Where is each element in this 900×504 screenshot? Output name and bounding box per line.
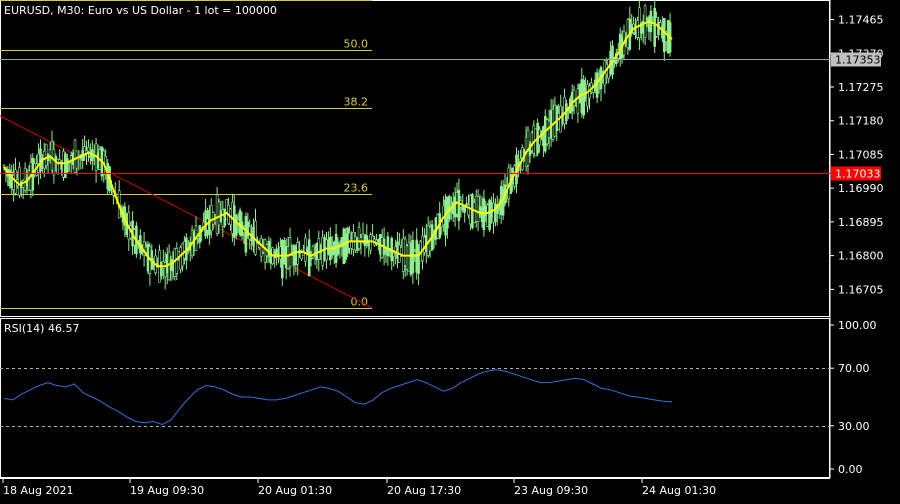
candle-body [392, 252, 396, 257]
main-panel-frame [0, 0, 830, 317]
candle-body [223, 208, 226, 227]
rsi-panel-frame [0, 318, 830, 478]
candle-body [213, 220, 217, 223]
rsi-axis-labels: 100.00 70.00 30.00 0.00 [830, 319, 877, 476]
candle-body [309, 257, 313, 260]
candle-body [463, 206, 467, 213]
candle-body [572, 89, 576, 106]
price-tick-label: 1.16705 [838, 283, 884, 296]
time-tick-label: 24 Aug 01:30 [642, 484, 716, 497]
candle-body [52, 149, 56, 176]
fib-level-label: 0.0 [351, 296, 369, 309]
candle-body [235, 215, 238, 236]
candle-body [643, 5, 647, 38]
trendline[interactable] [0, 115, 373, 309]
rsi-tick-label: 0.00 [838, 463, 863, 476]
time-tick-label: 23 Aug 09:30 [514, 484, 588, 497]
chart-canvas[interactable]: 61.850.038.223.60.0 1.174651.173701.1727… [0, 0, 900, 500]
trading-chart[interactable]: 61.850.038.223.60.0 1.174651.173701.1727… [0, 0, 900, 500]
time-axis-labels: 18 Aug 2021 19 Aug 09:30 20 Aug 01:30 20 Au… [2, 478, 716, 497]
candle-body [87, 146, 90, 152]
time-tick-label: 20 Aug 17:30 [387, 484, 461, 497]
fib-level-label: 61.8 [344, 0, 369, 1]
price-tick-label: 1.16895 [838, 216, 884, 229]
alert-price-value: 1.17033 [835, 168, 881, 181]
price-tick-label: 1.17465 [838, 14, 884, 27]
price-tick-label: 1.17180 [838, 115, 884, 128]
time-tick-label: 20 Aug 01:30 [258, 484, 332, 497]
candle-body [386, 236, 390, 257]
candlestick-series [2, 0, 672, 290]
candle-body [336, 242, 340, 255]
time-tick-label: 19 Aug 09:30 [130, 484, 204, 497]
moving-average-line [3, 20, 673, 268]
rsi-line [3, 369, 673, 425]
rsi-tick-label: 100.00 [838, 319, 877, 332]
price-tick-label: 1.16990 [838, 182, 884, 195]
candle-body [58, 159, 62, 163]
fib-level-label: 38.2 [344, 96, 369, 109]
fib-level-label: 23.6 [344, 182, 369, 195]
rsi-tick-label: 30.00 [838, 420, 870, 433]
price-tick-label: 1.17085 [838, 148, 884, 161]
rsi-level-lines [0, 368, 830, 427]
price-tick-label: 1.17275 [838, 81, 884, 94]
rsi-tick-label: 70.00 [838, 362, 870, 375]
fib-level-label: 50.0 [344, 38, 369, 51]
current-price-value: 1.17353 [835, 54, 881, 67]
price-tick-label: 1.16800 [838, 250, 884, 263]
candle-body [307, 239, 311, 277]
candle-body [66, 158, 69, 173]
symbol-info: EURUSD, M30: Euro vs US Dollar - 1 lot =… [4, 4, 277, 17]
candle-body [18, 166, 21, 196]
time-tick-label: 18 Aug 2021 [3, 484, 73, 497]
rsi-title: RSI(14) 46.57 [4, 322, 80, 335]
candle-body [183, 241, 186, 259]
candle-body [163, 262, 167, 278]
